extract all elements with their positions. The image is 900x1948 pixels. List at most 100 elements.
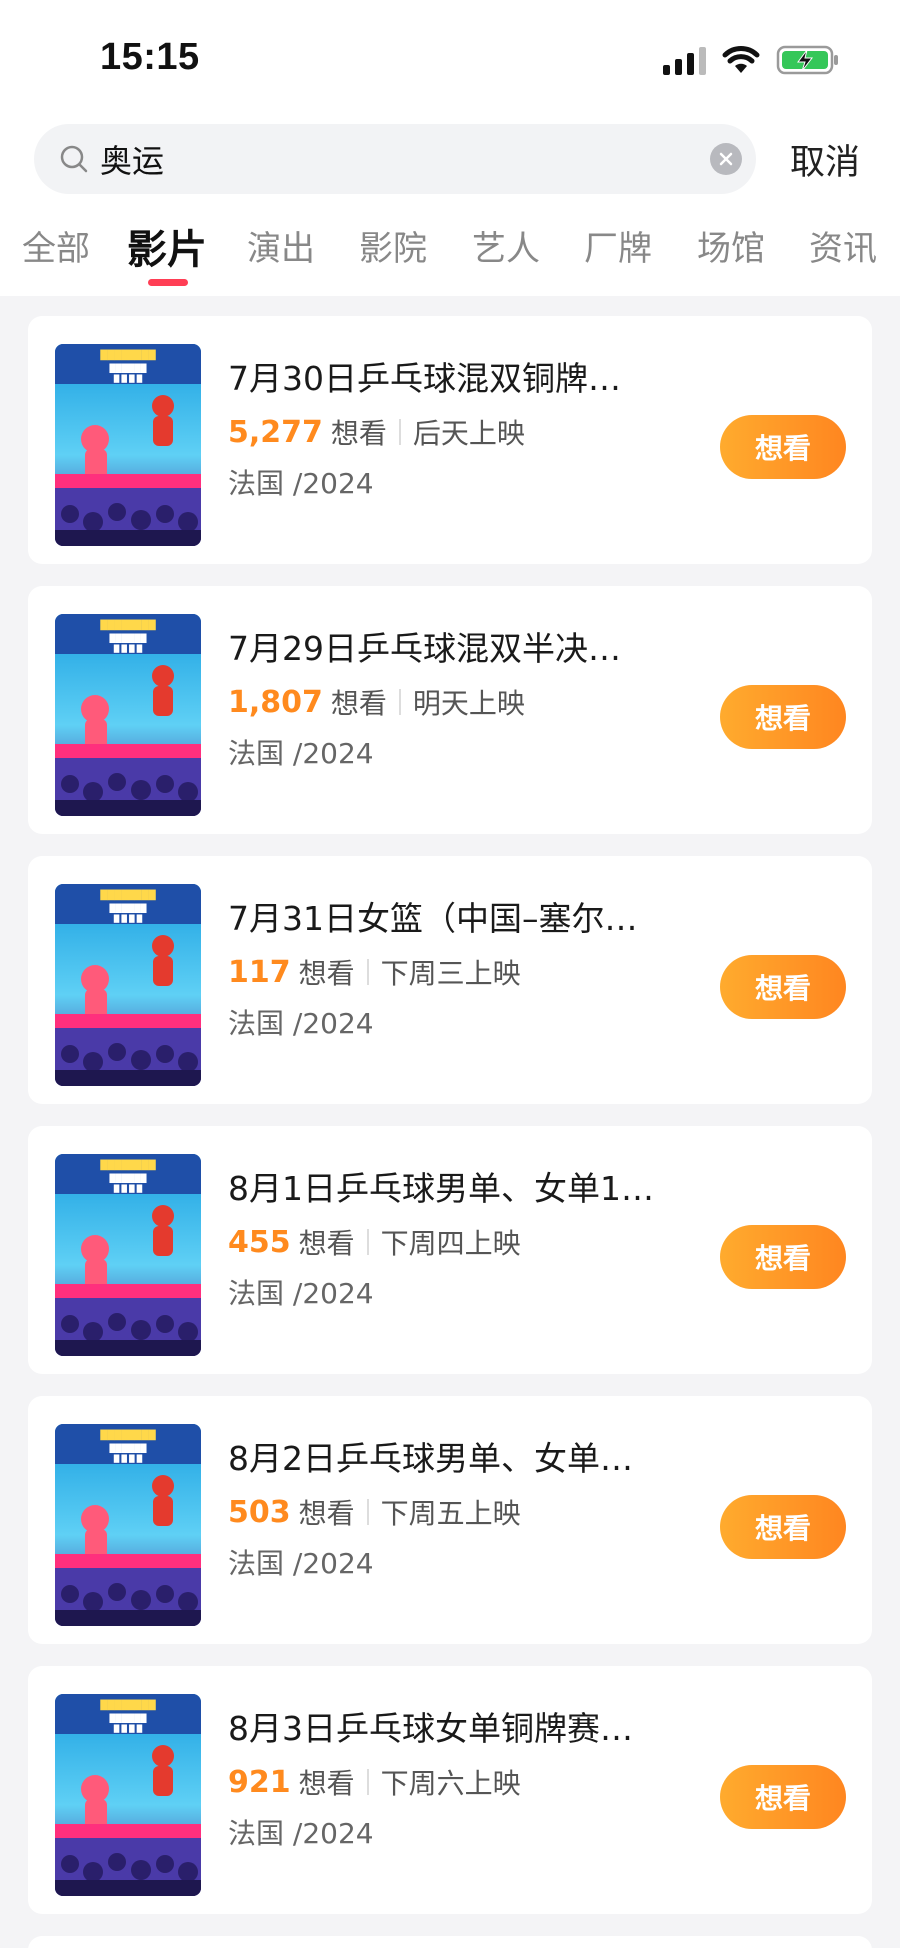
- svg-text:██████: ██████: [109, 903, 148, 913]
- top-bar: 15:15 奥运 取消 全部 影片 演出 影院 艺人 厂牌 场馆 资讯: [0, 0, 900, 296]
- want-suffix: 想看: [298, 1767, 355, 1800]
- result-origin: 法国 /2024: [228, 737, 374, 770]
- svg-text:█ █ █ █: █ █ █ █: [113, 1724, 143, 1733]
- result-meta: 1,807 想看 明天上映: [228, 682, 525, 722]
- release-info: 后天上映: [412, 417, 525, 450]
- result-card[interactable]: ████████ ██████ █ █ █ █ 8月1日乒乓球男单、女单1… 4…: [28, 1126, 872, 1374]
- want-count: 921: [228, 1764, 291, 1800]
- want-to-see-button[interactable]: 想看: [720, 1765, 846, 1829]
- result-meta: 5,277 想看 后天上映: [228, 412, 525, 452]
- svg-text:██████: ██████: [109, 1173, 148, 1183]
- result-meta: 921 想看 下周六上映: [228, 1762, 521, 1802]
- want-suffix: 想看: [298, 1227, 355, 1260]
- want-count: 117: [228, 954, 291, 990]
- svg-text:████████: ████████: [99, 349, 156, 361]
- wifi-icon: [722, 45, 760, 75]
- release-info: 下周六上映: [380, 1767, 521, 1800]
- list-item-partial: [28, 1936, 872, 1948]
- result-card[interactable]: ████████ ██████ █ █ █ █ 7月30日乒乓球混双铜牌… 5,…: [28, 316, 872, 564]
- want-count: 503: [228, 1494, 291, 1530]
- want-suffix: 想看: [330, 417, 387, 450]
- clear-icon[interactable]: [710, 143, 742, 175]
- svg-text:█ █ █ █: █ █ █ █: [113, 1184, 143, 1193]
- want-count: 1,807: [228, 684, 323, 720]
- release-info: 下周五上映: [380, 1497, 521, 1530]
- release-info: 明天上映: [412, 687, 525, 720]
- result-origin: 法国 /2024: [228, 1817, 374, 1850]
- svg-text:████████: ████████: [99, 1159, 156, 1171]
- result-card[interactable]: ████████ ██████ █ █ █ █ 7月29日乒乓球混双半决… 1,…: [28, 586, 872, 834]
- status-time: 15:15: [100, 36, 200, 78]
- poster-image[interactable]: ████████ ██████ █ █ █ █: [55, 884, 201, 1086]
- status-icons: [663, 44, 840, 76]
- result-origin: 法国 /2024: [228, 467, 374, 500]
- svg-text:████████: ████████: [99, 1699, 156, 1711]
- release-info: 下周三上映: [380, 957, 521, 990]
- meta-divider: [366, 1769, 369, 1795]
- battery-charging-icon: [776, 44, 840, 76]
- poster-image[interactable]: ████████ ██████ █ █ █ █: [55, 1154, 201, 1356]
- tab-venues[interactable]: 场馆: [697, 221, 765, 270]
- result-card[interactable]: ████████ ██████ █ █ █ █ 7月31日女篮（中国–塞尔… 1…: [28, 856, 872, 1104]
- result-origin: 法国 /2024: [228, 1007, 374, 1040]
- result-origin: 法国 /2024: [228, 1547, 374, 1580]
- result-meta: 455 想看 下周四上映: [228, 1222, 521, 1262]
- poster-image[interactable]: ████████ ██████ █ █ █ █: [55, 1694, 201, 1896]
- svg-text:██████: ██████: [109, 1443, 148, 1453]
- result-card[interactable]: ████████ ██████ █ █ █ █ 8月2日乒乓球男单、女单… 50…: [28, 1396, 872, 1644]
- poster-image[interactable]: ████████ ██████ █ █ █ █: [55, 614, 201, 816]
- poster-image[interactable]: ████████ ██████ █ █ █ █: [55, 1424, 201, 1626]
- svg-text:██████: ██████: [109, 633, 148, 643]
- tab-all[interactable]: 全部: [22, 221, 90, 270]
- svg-text:█ █ █ █: █ █ █ █: [113, 374, 143, 383]
- search-icon: [60, 145, 88, 173]
- tab-news[interactable]: 资讯: [809, 221, 877, 270]
- want-to-see-button[interactable]: 想看: [720, 1225, 846, 1289]
- tab-labels[interactable]: 厂牌: [584, 221, 652, 270]
- tab-films[interactable]: 影片: [127, 217, 207, 275]
- result-title[interactable]: 7月30日乒乓球混双铜牌…: [228, 352, 668, 400]
- svg-text:██████: ██████: [109, 363, 148, 373]
- active-tab-indicator: [148, 279, 188, 286]
- meta-divider: [366, 1499, 369, 1525]
- result-title[interactable]: 7月29日乒乓球混双半决…: [228, 622, 668, 670]
- result-title[interactable]: 7月31日女篮（中国–塞尔…: [228, 892, 668, 940]
- tab-artists[interactable]: 艺人: [472, 221, 540, 270]
- want-count: 455: [228, 1224, 291, 1260]
- svg-text:█ █ █ █: █ █ █ █: [113, 914, 143, 923]
- category-tabs: 全部 影片 演出 影院 艺人 厂牌 场馆 资讯: [0, 215, 900, 295]
- want-suffix: 想看: [298, 1497, 355, 1530]
- meta-divider: [398, 689, 401, 715]
- svg-text:██████: ██████: [109, 1713, 148, 1723]
- tab-shows[interactable]: 演出: [247, 221, 315, 270]
- svg-text:█ █ █ █: █ █ █ █: [113, 644, 143, 653]
- want-to-see-button[interactable]: 想看: [720, 955, 846, 1019]
- results-list: ████████ ██████ █ █ █ █ 7月30日乒乓球混双铜牌… 5,…: [28, 316, 872, 1936]
- cancel-button[interactable]: 取消: [790, 134, 860, 185]
- meta-divider: [366, 959, 369, 985]
- result-card[interactable]: ████████ ██████ █ █ █ █ 8月3日乒乓球女单铜牌赛… 92…: [28, 1666, 872, 1914]
- meta-divider: [366, 1229, 369, 1255]
- want-to-see-button[interactable]: 想看: [720, 415, 846, 479]
- want-to-see-button[interactable]: 想看: [720, 685, 846, 749]
- result-title[interactable]: 8月3日乒乓球女单铜牌赛…: [228, 1702, 668, 1750]
- search-query[interactable]: 奥运: [100, 136, 164, 182]
- result-origin: 法国 /2024: [228, 1277, 374, 1310]
- poster-image[interactable]: ████████ ██████ █ █ █ █: [55, 344, 201, 546]
- tab-cinemas[interactable]: 影院: [359, 221, 427, 270]
- want-count: 5,277: [228, 414, 323, 450]
- search-input[interactable]: 奥运: [34, 124, 756, 194]
- svg-text:████████: ████████: [99, 1429, 156, 1441]
- release-info: 下周四上映: [380, 1227, 521, 1260]
- result-meta: 117 想看 下周三上映: [228, 952, 521, 992]
- result-title[interactable]: 8月2日乒乓球男单、女单…: [228, 1432, 668, 1480]
- want-to-see-button[interactable]: 想看: [720, 1495, 846, 1559]
- result-title[interactable]: 8月1日乒乓球男单、女单1…: [228, 1162, 668, 1210]
- svg-text:████████: ████████: [99, 619, 156, 631]
- svg-text:████████: ████████: [99, 889, 156, 901]
- result-meta: 503 想看 下周五上映: [228, 1492, 521, 1532]
- want-suffix: 想看: [330, 687, 387, 720]
- want-suffix: 想看: [298, 957, 355, 990]
- meta-divider: [398, 419, 401, 445]
- signal-icon: [663, 45, 706, 75]
